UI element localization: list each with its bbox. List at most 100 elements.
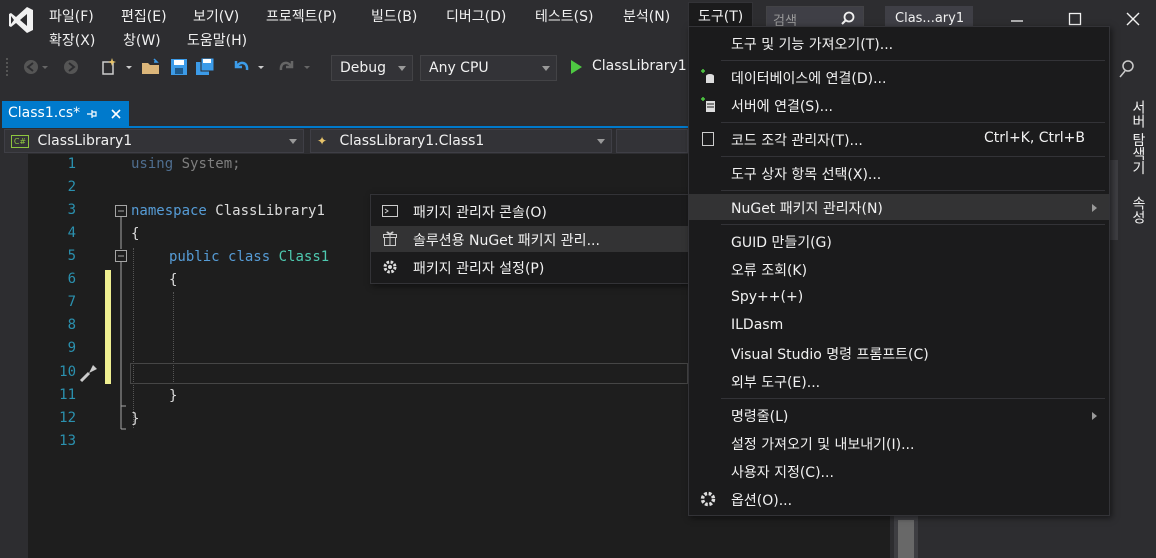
package-manager-console-item[interactable]: 패키지 관리자 콘솔(O) [371, 198, 689, 224]
chevron-down-icon [398, 66, 406, 71]
item-label: 설정 가져오기 및 내보내기(I)... [731, 437, 915, 453]
new-dropdown-icon[interactable] [124, 56, 134, 78]
quick-actions-icon[interactable] [78, 362, 100, 384]
line-number: 3 [67, 202, 76, 218]
undo-icon[interactable] [230, 56, 252, 78]
item-shortcut: Ctrl+K, Ctrl+B [984, 130, 1085, 146]
member-select[interactable] [616, 129, 688, 153]
keyword-class: class [228, 249, 271, 265]
customize-item[interactable]: 사용자 지정(C)... [689, 458, 1109, 484]
start-icon[interactable] [565, 56, 587, 78]
line-number: 11 [59, 387, 76, 403]
project-select-value: ClassLibrary1 [37, 133, 133, 149]
scrollbar-thumb[interactable] [898, 520, 914, 558]
undo-dropdown-icon[interactable] [256, 56, 266, 78]
class-select[interactable]: ✦ ClassLibrary1.Class1 [310, 129, 612, 153]
back-icon[interactable] [20, 56, 42, 78]
item-label: 오류 조회(K) [731, 263, 808, 279]
package-manager-settings-item[interactable]: 패키지 관리자 설정(P) [371, 254, 689, 280]
code-snippets-manager-item[interactable]: 코드 조각 관리자(T)... Ctrl+K, Ctrl+B [689, 126, 1109, 152]
import-export-settings-item[interactable]: 설정 가져오기 및 내보내기(I)... [689, 430, 1109, 456]
feedback-icon[interactable] [1116, 58, 1138, 80]
properties-tab[interactable]: 속성 [1128, 196, 1148, 224]
chevron-down-icon [597, 139, 605, 144]
connect-server-item[interactable]: 서버에 연결(S)... [689, 92, 1109, 118]
close-icon[interactable] [1124, 10, 1142, 28]
menu-build[interactable]: 빌드(B) [371, 6, 417, 26]
pin-icon[interactable] [86, 108, 98, 120]
code-line-5: public class Class1 [169, 249, 329, 265]
platform-select[interactable]: Any CPU [420, 55, 557, 81]
gear-icon [700, 491, 716, 507]
item-label: 도구 상자 항목 선택(X)... [731, 167, 882, 183]
item-label: GUID 만들기(G) [731, 235, 832, 251]
error-lookup-item[interactable]: 오류 조회(K) [689, 256, 1109, 282]
class-select-value: ClassLibrary1.Class1 [339, 133, 485, 149]
create-guid-item[interactable]: GUID 만들기(G) [689, 228, 1109, 254]
item-label: 패키지 관리자 설정(P) [413, 261, 545, 277]
menu-edit[interactable]: 편집(E) [121, 6, 167, 26]
tab-class1-cs[interactable]: Class1.cs* [2, 101, 129, 127]
start-button-label[interactable]: ClassLibrary1 [592, 58, 687, 74]
redo-icon[interactable] [276, 56, 298, 78]
ildasm-item[interactable]: ILDasm [689, 313, 1109, 339]
current-line-highlight [130, 363, 688, 384]
menu-analyze[interactable]: 분석(N) [623, 6, 670, 26]
redo-dropdown-icon[interactable] [302, 56, 312, 78]
namespace-name: ClassLibrary1 [215, 203, 325, 219]
menu-window[interactable]: 창(W) [123, 30, 161, 50]
forward-icon[interactable] [60, 56, 82, 78]
menu-separator [721, 122, 1105, 123]
menu-separator [721, 156, 1105, 157]
tools-menu: 도구 및 기능 가져오기(T)... 데이터베이스에 연결(D)... 서버에 … [688, 26, 1110, 516]
toolbar-grip[interactable] [6, 58, 10, 76]
menu-separator [721, 60, 1105, 61]
class-icon: ✦ [317, 134, 328, 148]
save-all-icon[interactable] [194, 56, 216, 78]
console-icon [382, 205, 398, 217]
spy-plus-plus-item[interactable]: Spy++(+) [689, 285, 1109, 311]
line-number: 4 [67, 225, 76, 241]
menu-help[interactable]: 도움말(H) [187, 30, 247, 50]
menu-extensions[interactable]: 확장(X) [49, 30, 95, 50]
vs-command-prompt-item[interactable]: Visual Studio 명령 프롬프트(C) [689, 340, 1109, 366]
configuration-select[interactable]: Debug [331, 55, 413, 81]
database-connect-icon [701, 69, 714, 83]
line-number: 8 [67, 317, 76, 333]
keyword-public: public [169, 249, 220, 265]
server-explorer-tab[interactable]: 서버 탐색기 [1128, 100, 1148, 174]
menu-project[interactable]: 프로젝트(P) [266, 6, 337, 26]
get-tools-features-item[interactable]: 도구 및 기능 가져오기(T)... [689, 30, 1109, 56]
options-item[interactable]: 옵션(O)... [689, 486, 1109, 512]
change-marker [105, 270, 111, 384]
submenu-arrow-icon [1092, 204, 1097, 212]
new-project-icon[interactable] [98, 56, 120, 78]
item-label: 서버에 연결(S)... [731, 99, 834, 115]
open-folder-icon[interactable] [140, 56, 162, 78]
menu-debug[interactable]: 디버그(D) [446, 6, 506, 26]
close-tab-icon[interactable] [110, 108, 122, 120]
chevron-down-icon [289, 139, 297, 144]
connect-database-item[interactable]: 데이터베이스에 연결(D)... [689, 64, 1109, 90]
menu-file[interactable]: 파일(F) [49, 6, 94, 26]
item-label: 코드 조각 관리자(T)... [731, 133, 863, 149]
menu-view[interactable]: 보기(V) [193, 6, 239, 26]
project-select[interactable]: C# ClassLibrary1 [4, 129, 304, 153]
choose-toolbox-items-item[interactable]: 도구 상자 항목 선택(X)... [689, 160, 1109, 186]
line-number: 2 [67, 179, 76, 195]
server-connect-icon [701, 97, 715, 112]
keyword-namespace: namespace [131, 203, 207, 219]
item-label: 패키지 관리자 콘솔(O) [413, 205, 547, 221]
line-number: 5 [67, 248, 76, 264]
class-name: Class1 [278, 249, 330, 265]
manage-nuget-packages-item[interactable]: 솔루션용 NuGet 패키지 관리... [371, 226, 689, 252]
save-icon[interactable] [168, 56, 190, 78]
back-dropdown-icon[interactable] [40, 56, 50, 78]
nuget-package-manager-item[interactable]: NuGet 패키지 관리자(N) [689, 194, 1109, 220]
menu-separator [721, 224, 1105, 225]
external-tools-item[interactable]: 외부 도구(E)... [689, 368, 1109, 394]
indent-guide [133, 248, 134, 428]
command-line-item[interactable]: 명령줄(L) [689, 402, 1109, 428]
menu-test[interactable]: 테스트(S) [535, 6, 593, 26]
search-icon [841, 11, 855, 25]
